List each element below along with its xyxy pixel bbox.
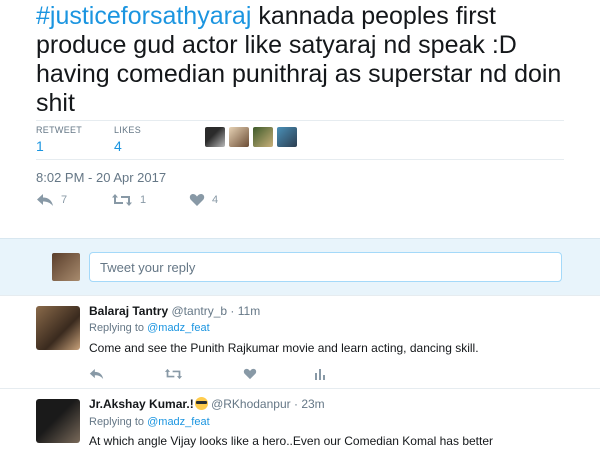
avatar[interactable] — [229, 127, 249, 147]
separator: · — [230, 304, 235, 318]
likes-stat[interactable]: LIKES 4 — [114, 125, 141, 154]
retweet-icon[interactable] — [164, 367, 183, 385]
liker-avatars — [205, 127, 301, 152]
avatar[interactable] — [253, 127, 273, 147]
avatar[interactable] — [277, 127, 297, 147]
reply-input[interactable] — [89, 252, 562, 282]
mention-link[interactable]: @madz_feat — [147, 416, 210, 428]
like-button[interactable]: 4 — [189, 193, 218, 207]
reply-author-handle[interactable]: @tantry_b — [172, 304, 228, 318]
reply-author-handle[interactable]: @RKhodanpur — [211, 397, 291, 411]
replying-to: Replying to @madz_feat — [89, 416, 210, 428]
avatar — [52, 253, 80, 281]
reply-count: 7 — [61, 194, 68, 206]
replying-to: Replying to @madz_feat — [89, 322, 210, 334]
tweet-text: #justiceforsathyaraj kannada peoples fir… — [36, 2, 581, 118]
reply-composer — [0, 238, 600, 296]
heart-icon — [189, 193, 205, 207]
retweet-count: 1 — [140, 194, 147, 206]
retweet-stat-label: RETWEET — [36, 125, 83, 135]
avatar[interactable] — [36, 306, 80, 350]
reply-time[interactable]: 11m — [238, 304, 260, 318]
replying-prefix: Replying to — [89, 416, 145, 428]
like-count: 4 — [212, 194, 219, 206]
tweet-timestamp[interactable]: 8:02 PM - 20 Apr 2017 — [36, 170, 166, 185]
sunglasses-emoji-icon — [194, 397, 208, 410]
reply-author-name[interactable]: Balaraj Tantry — [89, 304, 168, 318]
list-item[interactable]: Balaraj Tantry @tantry_b · 11m Replying … — [0, 295, 600, 389]
replying-prefix: Replying to — [89, 322, 145, 334]
likes-stat-count[interactable]: 4 — [114, 138, 141, 154]
reply-header: Jr.Akshay Kumar.! @RKhodanpur · 23m — [89, 397, 325, 411]
retweet-icon — [111, 193, 133, 207]
reply-header: Balaraj Tantry @tantry_b · 11m — [89, 304, 260, 318]
avatar[interactable] — [36, 399, 80, 443]
separator: · — [293, 397, 298, 411]
heart-icon[interactable] — [243, 367, 257, 385]
analytics-icon[interactable] — [315, 367, 327, 385]
mention-link[interactable]: @madz_feat — [147, 322, 210, 334]
reply-text: Come and see the Punith Rajkumar movie a… — [89, 341, 479, 355]
likes-stat-label: LIKES — [114, 125, 142, 135]
retweet-stat[interactable]: RETWEET 1 — [36, 125, 82, 154]
reply-author-name[interactable]: Jr.Akshay Kumar.! — [89, 397, 194, 411]
hashtag-link[interactable]: #justiceforsathyaraj — [36, 2, 251, 30]
retweet-stat-count[interactable]: 1 — [36, 138, 82, 154]
retweet-button[interactable]: 1 — [111, 193, 146, 207]
list-item[interactable]: Jr.Akshay Kumar.! @RKhodanpur · 23m Repl… — [0, 388, 600, 451]
reply-icon — [36, 193, 54, 207]
reply-time[interactable]: 23m — [301, 397, 324, 411]
reply-button[interactable]: 7 — [36, 193, 67, 207]
avatar[interactable] — [205, 127, 225, 147]
reply-icon[interactable] — [89, 367, 104, 385]
reply-text: At which angle Vijay looks like a hero..… — [89, 434, 493, 448]
